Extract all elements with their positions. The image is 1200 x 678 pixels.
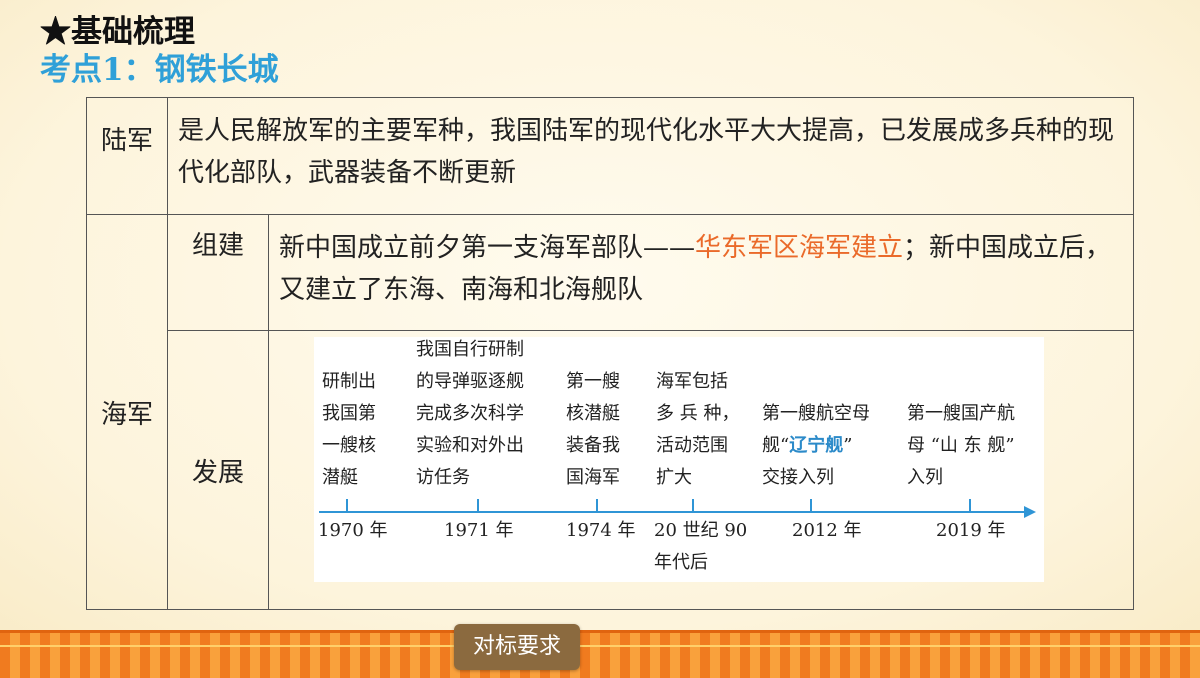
army-label: 陆军 bbox=[86, 97, 168, 215]
table-row-navy-development: 发展 研制出我国第一艘核潜艇 1970 年 我国自行研制 的导弹驱逐舰 完成多次科学 实验… bbox=[87, 330, 1135, 610]
timeline-event-desc: 第一艘核潜艇装备我国海军 bbox=[566, 366, 620, 494]
timeline-desc-line: 母 “山 东 舰” bbox=[907, 435, 1015, 456]
timeline-event-desc: 海军包括多 兵 种， 活动范围扩大 bbox=[656, 366, 739, 494]
timeline-year-label: 1970 年 bbox=[318, 520, 388, 541]
timeline-axis bbox=[319, 511, 1026, 513]
timeline-event-desc: 第一艘国产航母 “山 东 舰” 入列 bbox=[907, 398, 1015, 494]
timeline-desc-line: 舰“辽宁舰” bbox=[762, 435, 853, 456]
timeline-desc-line: 潜艇 bbox=[322, 467, 358, 488]
build-text-before: 新中国成立前夕第一支海军部队—— bbox=[279, 233, 696, 263]
table-row-navy-build: 海军 组建 新中国成立前夕第一支海军部队——华东军区海军建立；新中国成立后，又建… bbox=[86, 214, 1135, 610]
timeline-year-label: 2019 年 bbox=[936, 520, 1006, 541]
timeline-desc-line: 实验和对外出 bbox=[416, 435, 524, 456]
build-text-highlight: 华东军区海军建立 bbox=[695, 233, 904, 263]
timeline-event-desc: 研制出我国第一艘核潜艇 bbox=[322, 366, 376, 494]
development-timeline: 研制出我国第一艘核潜艇 1970 年 我国自行研制 的导弹驱逐舰 完成多次科学 实验和对外… bbox=[314, 337, 1044, 582]
timeline-year-label: 20 世纪 90 年代后 bbox=[654, 520, 748, 573]
benchmark-requirements-button[interactable]: 对标要求 bbox=[454, 624, 580, 670]
timeline-event-desc: 我国自行研制 的导弹驱逐舰 完成多次科学 实验和对外出 访任务 bbox=[416, 334, 524, 494]
timeline-tick bbox=[477, 499, 479, 512]
timeline-desc-line: 海军包括 bbox=[656, 371, 728, 392]
timeline-desc-line: 扩大 bbox=[656, 467, 692, 488]
timeline-desc-line: 核潜艇 bbox=[566, 403, 620, 424]
navy-build-label: 组建 bbox=[167, 214, 269, 331]
timeline-desc-line: 第一艘航空母 bbox=[762, 403, 870, 424]
timeline-tick bbox=[692, 499, 694, 512]
section-heading: ★基础梳理 bbox=[40, 14, 195, 50]
timeline-arrow-icon bbox=[1024, 506, 1036, 518]
timeline-event-desc: 第一艘航空母 舰“辽宁舰” 交接入列 bbox=[762, 398, 870, 494]
timeline-tick bbox=[810, 499, 812, 512]
table-row-army: 陆军 是人民解放军的主要军种，我国陆军的现代化水平大大提高，已发展成多兵种的现代… bbox=[86, 97, 1135, 215]
timeline-desc-line: 一艘核 bbox=[322, 435, 376, 456]
timeline-desc-line: 研制出 bbox=[322, 371, 376, 392]
timeline-desc-line: 访任务 bbox=[416, 467, 470, 488]
liaoning-ship-highlight: 辽宁舰 bbox=[789, 435, 844, 456]
timeline-desc-line: 完成多次科学 bbox=[416, 403, 524, 424]
timeline-tick bbox=[346, 499, 348, 512]
army-text: 是人民解放军的主要军种，我国陆军的现代化水平大大提高，已发展成多兵种的现代化部队… bbox=[166, 97, 1135, 215]
timeline-desc-line: 活动范围 bbox=[656, 435, 728, 456]
development-timeline-cell: 研制出我国第一艘核潜艇 1970 年 我国自行研制 的导弹驱逐舰 完成多次科学 实验和对外… bbox=[267, 330, 1135, 610]
timeline-tick bbox=[596, 499, 598, 512]
timeline-desc-line: 多 兵 种， bbox=[656, 403, 740, 424]
timeline-desc-line: 我国第 bbox=[322, 403, 376, 424]
topic-subtitle: 考点1：钢铁长城 bbox=[40, 52, 279, 88]
footer-border bbox=[0, 630, 1200, 678]
timeline-desc-line: 交接入列 bbox=[762, 467, 834, 488]
timeline-desc-line: 装备我 bbox=[566, 435, 620, 456]
navy-label: 海军 bbox=[86, 214, 168, 610]
timeline-desc-line: 我国自行研制 bbox=[416, 339, 524, 360]
timeline-tick bbox=[969, 499, 971, 512]
timeline-desc-line: 入列 bbox=[907, 467, 943, 488]
navy-build-text: 新中国成立前夕第一支海军部队——华东军区海军建立；新中国成立后，又建立了东海、南… bbox=[267, 214, 1135, 331]
timeline-year-label: 1974 年 bbox=[566, 520, 636, 541]
timeline-desc-line: 国海军 bbox=[566, 467, 620, 488]
timeline-desc-line: 第一艘国产航 bbox=[907, 403, 1015, 424]
navy-development-label: 发展 bbox=[167, 330, 269, 610]
timeline-year-label: 2012 年 bbox=[792, 520, 862, 541]
timeline-desc-line: 的导弹驱逐舰 bbox=[416, 371, 524, 392]
timeline-year-label: 1971 年 bbox=[444, 520, 514, 541]
timeline-desc-line: 第一艘 bbox=[566, 371, 620, 392]
summary-table: 陆军 是人民解放军的主要军种，我国陆军的现代化水平大大提高，已发展成多兵种的现代… bbox=[86, 97, 1135, 610]
